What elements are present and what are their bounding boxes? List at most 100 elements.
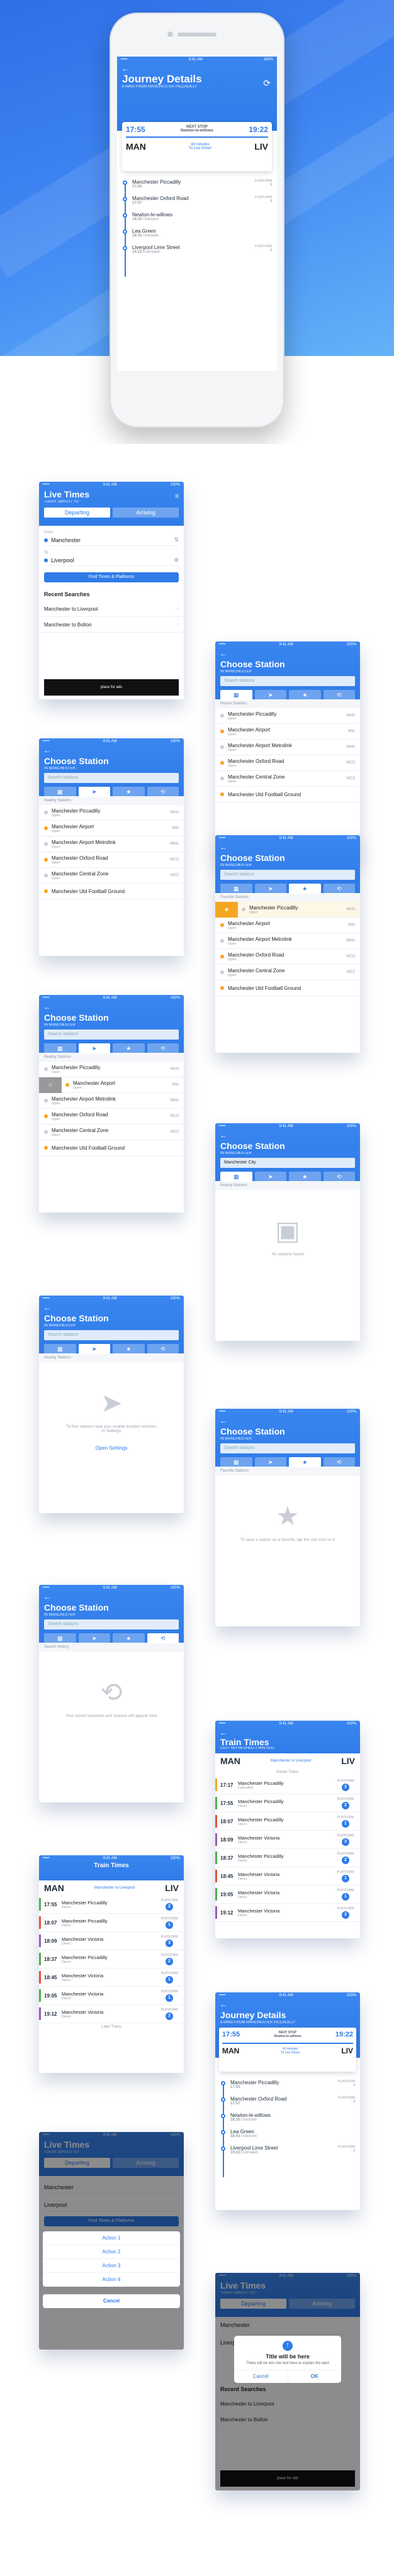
tab-all-icon[interactable]: ▦ <box>220 690 252 700</box>
station-row[interactable]: Manchester Utd Football Ground <box>39 1140 184 1156</box>
train-row[interactable]: 18:09 Manchester Victoria Direct PLATFORM 3 <box>39 1932 184 1950</box>
station-search-input[interactable]: Search stations <box>220 676 355 686</box>
station-row[interactable]: Manchester Central Zone Open MCZ <box>39 1124 184 1140</box>
train-row[interactable]: 17:55 Manchester Piccadilly Direct PLATFORM… <box>39 1896 184 1914</box>
back-arrow-icon[interactable]: ← <box>215 648 360 658</box>
star-icon[interactable]: ☆ <box>39 1077 62 1093</box>
back-arrow-icon[interactable]: ← <box>215 1416 360 1426</box>
back-arrow-icon[interactable]: ← <box>215 1130 360 1140</box>
tab-nearby-icon[interactable]: ➤ <box>78 1344 110 1354</box>
open-settings-button[interactable]: Open Settings <box>39 1445 184 1451</box>
train-row[interactable]: 17:17 Manchester Piccadilly Cancelled PLATF… <box>215 1776 360 1794</box>
tab-favorites-icon[interactable]: ★ <box>289 1457 321 1467</box>
swap-icon[interactable]: ⇅ <box>174 536 179 543</box>
tab-history-icon[interactable]: ⟲ <box>147 787 179 797</box>
back-arrow-icon[interactable]: ← <box>39 1592 184 1602</box>
cancel-button[interactable]: Cancel <box>43 2294 180 2308</box>
train-row[interactable]: 18:37 Manchester Piccadilly Direct PLATFORM… <box>215 1849 360 1867</box>
menu-icon[interactable]: ≡ <box>175 493 179 500</box>
tab-nearby-icon[interactable]: ➤ <box>254 1172 286 1182</box>
station-row[interactable]: Manchester Piccadilly Open MAN <box>215 708 360 724</box>
action-2-button[interactable]: Action 2 <box>43 2245 180 2259</box>
station-search-input[interactable]: Search stations <box>220 870 355 880</box>
station-row[interactable]: Manchester Airport Metrolink Open MMA <box>215 933 360 949</box>
train-row[interactable]: 19:12 Manchester Victoria Direct PLATFORM 3 <box>39 2005 184 2023</box>
tab-nearby-icon[interactable]: ➤ <box>78 1633 110 1643</box>
tab-history-icon[interactable]: ⟲ <box>147 1344 179 1354</box>
station-search-input[interactable]: Search stations <box>44 1330 179 1340</box>
tab-arriving[interactable]: Arriving <box>113 508 179 518</box>
station-search-input[interactable]: Search stations <box>220 1443 355 1453</box>
station-row[interactable]: ★ Manchester Piccadilly Open MAN <box>215 901 360 918</box>
from-field[interactable]: Manchester <box>51 537 174 543</box>
train-row[interactable]: 19:12 Manchester Victoria Direct PLATFORM 3 <box>215 1904 360 1922</box>
refresh-icon[interactable]: ⟳ <box>263 78 271 89</box>
tab-favorites-icon[interactable]: ★ <box>113 1043 145 1053</box>
station-row[interactable]: Manchester Piccadilly Open MAN <box>39 1062 184 1077</box>
train-row[interactable]: 19:05 Manchester Victoria Direct PLATFORM 1 <box>215 1885 360 1904</box>
tab-history-icon[interactable]: ⟲ <box>323 884 355 894</box>
station-row[interactable]: Manchester Airport Open MIA <box>39 821 184 836</box>
station-row[interactable]: ☆ Manchester Airport Open MIA <box>39 1077 184 1093</box>
station-row[interactable]: Manchester Utd Football Ground <box>215 787 360 802</box>
back-arrow-icon[interactable]: ← <box>39 1302 184 1313</box>
station-search-input[interactable]: Search stations <box>44 773 179 783</box>
back-arrow-icon[interactable]: ← <box>39 1002 184 1012</box>
train-row[interactable]: 18:07 Manchester Piccadilly Direct PLATFORM… <box>39 1914 184 1932</box>
find-times-button[interactable]: Find Times & Platforms <box>44 572 179 582</box>
station-row[interactable]: Manchester Airport Open MIA <box>215 724 360 740</box>
station-row[interactable]: Manchester Utd Football Ground <box>215 980 360 996</box>
tab-all-icon[interactable]: ▦ <box>220 1172 252 1182</box>
tab-history-icon[interactable]: ⟲ <box>323 1172 355 1182</box>
tab-departing[interactable]: Departing <box>44 508 110 518</box>
station-search-input[interactable]: Search stations <box>44 1030 179 1040</box>
tab-favorites-icon[interactable]: ★ <box>289 884 321 894</box>
tab-nearby-icon[interactable]: ➤ <box>78 1043 110 1053</box>
station-row[interactable]: Manchester Piccadilly Open MAN <box>39 805 184 821</box>
tab-favorites-icon[interactable]: ★ <box>113 1344 145 1354</box>
alert-cancel-button[interactable]: Cancel <box>234 2370 288 2383</box>
recent-search[interactable]: Manchester to Bolton › <box>39 617 184 633</box>
train-row[interactable]: 18:07 Manchester Piccadilly Direct PLATFORM… <box>215 1813 360 1831</box>
tab-all-icon[interactable]: ▦ <box>44 1344 76 1354</box>
tab-favorites-icon[interactable]: ★ <box>113 1633 145 1643</box>
tab-all-icon[interactable]: ▦ <box>44 1043 76 1053</box>
back-arrow-icon[interactable]: ← <box>117 64 277 74</box>
action-3-button[interactable]: Action 3 <box>43 2259 180 2273</box>
tab-nearby-icon[interactable]: ➤ <box>78 787 110 797</box>
station-row[interactable]: Manchester Airport Open MIA <box>215 918 360 933</box>
tab-nearby-icon[interactable]: ➤ <box>254 690 286 700</box>
station-row[interactable]: Manchester Central Zone Open MCZ <box>215 965 360 980</box>
tab-favorites-icon[interactable]: ★ <box>289 1172 321 1182</box>
station-row[interactable]: Manchester Oxford Road Open MCO <box>39 1109 184 1124</box>
train-row[interactable]: 19:05 Manchester Victoria Direct PLATFORM 1 <box>39 1987 184 2005</box>
tab-favorites-icon[interactable]: ★ <box>113 787 145 797</box>
back-arrow-icon[interactable]: ← <box>215 842 360 852</box>
station-row[interactable]: Manchester Oxford Road Open MCO <box>215 755 360 771</box>
back-arrow-icon[interactable]: ← <box>39 745 184 755</box>
station-row[interactable]: Manchester Oxford Road Open MCO <box>39 852 184 868</box>
train-row[interactable]: 18:45 Manchester Victoria Direct PLATFORM 1 <box>39 1968 184 1987</box>
star-icon[interactable]: ★ <box>215 901 238 918</box>
train-row[interactable]: 18:45 Manchester Victoria Direct PLATFORM 1 <box>215 1867 360 1885</box>
alert-ok-button[interactable]: OK <box>287 2370 342 2383</box>
tab-nearby-icon[interactable]: ➤ <box>254 1457 286 1467</box>
tab-nearby-icon[interactable]: ➤ <box>254 884 286 894</box>
to-field[interactable]: Liverpool <box>51 557 174 564</box>
station-row[interactable]: Manchester Airport Metrolink Open MMA <box>215 740 360 755</box>
train-row[interactable]: 17:55 Manchester Piccadilly Direct PLATFORM… <box>215 1794 360 1813</box>
action-1-button[interactable]: Action 1 <box>43 2231 180 2245</box>
tab-all-icon[interactable]: ▦ <box>44 1633 76 1643</box>
station-row[interactable]: Manchester Central Zone Open MCZ <box>39 868 184 884</box>
tab-history-icon[interactable]: ⟲ <box>147 1633 179 1643</box>
train-row[interactable]: 18:09 Manchester Victoria Direct PLATFORM 3 <box>215 1831 360 1849</box>
tab-all-icon[interactable]: ▦ <box>220 1457 252 1467</box>
tab-all-icon[interactable]: ▦ <box>44 787 76 797</box>
station-search-input[interactable]: Search stations <box>44 1619 179 1629</box>
tab-history-icon[interactable]: ⟲ <box>323 1457 355 1467</box>
tab-favorites-icon[interactable]: ★ <box>289 690 321 700</box>
station-row[interactable]: Manchester Airport Metrolink Open MMA <box>39 1093 184 1109</box>
tab-history-icon[interactable]: ⟲ <box>323 690 355 700</box>
recent-search[interactable]: Manchester to Liverpool › <box>39 601 184 617</box>
action-4-button[interactable]: Action 4 <box>43 2273 180 2287</box>
